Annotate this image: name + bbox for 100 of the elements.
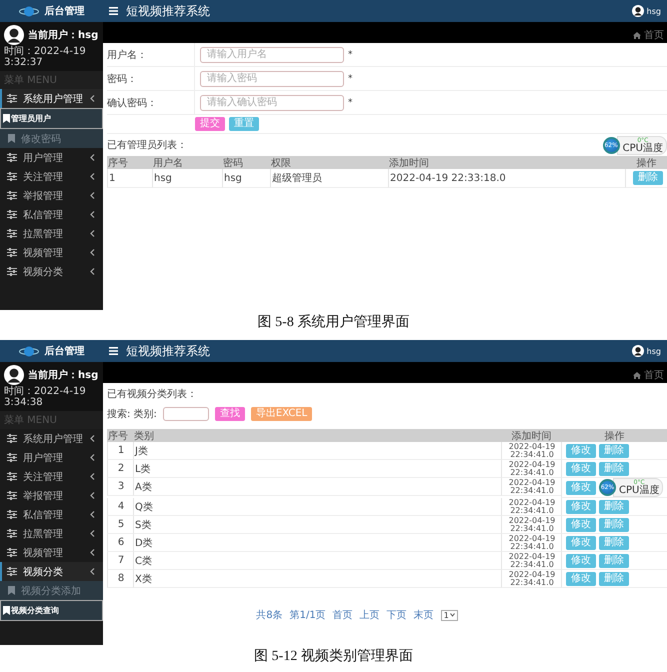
sidebar-item[interactable]: 关注管理	[0, 467, 103, 486]
cpu-label: CPU温度	[622, 144, 663, 154]
sliders-icon	[7, 434, 17, 443]
column-header: 操作	[561, 429, 667, 442]
chevron-icon	[90, 454, 95, 461]
sidebar-item[interactable]: 举报管理	[0, 186, 103, 205]
sidebar-item[interactable]: 系统用户管理	[0, 89, 103, 108]
sliders-icon	[7, 567, 17, 576]
pagination-link[interactable]: 首页	[332, 608, 353, 622]
figure-caption: 图 5-12 视频类别管理界面	[254, 648, 413, 665]
avatar-icon	[632, 5, 644, 17]
chevron-icon	[90, 95, 95, 102]
table-cell: 1	[107, 169, 152, 188]
sliders-icon	[7, 153, 17, 162]
table-cell: hsg	[152, 169, 222, 188]
login-time: 时间：2022-4-19 3:34:38	[4, 386, 87, 408]
column-header: 权限	[270, 156, 388, 169]
search-label: 搜索: 类别:	[107, 408, 157, 421]
column-header: 序号	[107, 156, 152, 169]
sliders-icon	[7, 191, 17, 200]
table-cell: L类	[133, 460, 501, 478]
table-cell: 3	[107, 478, 133, 496]
sliders-icon	[7, 453, 17, 462]
sidebar-item[interactable]: 视频分类	[0, 562, 103, 581]
column-header: 序号	[107, 429, 133, 442]
pagination-link[interactable]: 末页	[414, 608, 434, 622]
column-header: 类别	[133, 429, 501, 442]
table-cell: 7	[107, 552, 133, 570]
input-field[interactable]: 请输入用户名	[200, 46, 344, 62]
sidebar-item[interactable]: 视频管理	[0, 243, 103, 262]
sidebar-item[interactable]: 视频管理	[0, 543, 103, 562]
sidebar-item[interactable]: 拉黑管理	[0, 224, 103, 243]
chevron-icon	[90, 211, 95, 218]
submenu-item[interactable]: 视频分类查询	[0, 600, 103, 621]
chevron-icon	[90, 473, 95, 480]
sidebar-item[interactable]: 视频分类	[0, 262, 103, 281]
table-cell: 2022-04-19 22:34:41.0	[501, 534, 561, 552]
home-icon	[633, 32, 641, 38]
chevron-icon	[90, 549, 95, 556]
table-cell: 2022-04-19 22:34:41.0	[501, 516, 561, 534]
table-cell: 1	[107, 442, 133, 460]
breadcrumb-link[interactable]: 首页	[633, 28, 664, 42]
sliders-icon	[7, 210, 17, 219]
table-cell: 2022-04-19 22:33:18.0	[388, 169, 625, 188]
column-header: 密码	[222, 156, 270, 169]
header-username: hsg	[646, 346, 661, 356]
submenu-item[interactable]: 管理员用户	[0, 108, 103, 129]
column-header: 添加时间	[501, 429, 561, 442]
chevron-icon	[90, 192, 95, 199]
column-header: 操作	[625, 156, 667, 169]
table-cell: hsg	[222, 169, 270, 188]
table-cell: S类	[133, 516, 501, 534]
table-cell: J类	[133, 442, 501, 460]
sidebar-item[interactable]: 拉黑管理	[0, 524, 103, 543]
sidebar-item[interactable]: 私信管理	[0, 205, 103, 224]
logo-title: 后台管理	[44, 4, 84, 18]
table-cell: 2022-04-19 22:34:41.0	[501, 552, 561, 570]
bookmark-icon	[3, 606, 10, 615]
sliders-icon	[7, 94, 17, 103]
sidebar-item[interactable]: 系统用户管理	[0, 429, 103, 448]
table-cell: 2022-04-19 22:34:41.0	[501, 570, 561, 588]
search-button[interactable]: 查找	[214, 407, 245, 421]
table-cell: C类	[133, 552, 501, 570]
menu-icon[interactable]	[109, 347, 118, 355]
submenu-item[interactable]: 视频分类添加	[0, 581, 103, 600]
bookmark-icon	[3, 114, 10, 123]
bookmark-icon	[8, 586, 15, 595]
sidebar-item[interactable]: 用户管理	[0, 148, 103, 167]
record-count: 共8条	[256, 608, 283, 622]
search-field[interactable]	[162, 407, 209, 421]
sliders-icon	[7, 229, 17, 238]
table-cell: 6	[107, 534, 133, 552]
submit-button[interactable]: 提交	[195, 117, 225, 131]
avatar-icon	[632, 345, 644, 357]
input-field[interactable]: 请输入确认密码	[200, 94, 344, 110]
sliders-icon	[7, 529, 17, 538]
sliders-icon	[7, 472, 17, 481]
table-cell: A类	[133, 478, 501, 496]
breadcrumb-link[interactable]: 首页	[633, 368, 664, 382]
input-field[interactable]: 请输入密码	[200, 70, 344, 86]
table-cell: X类	[133, 570, 501, 588]
sidebar-item[interactable]: 私信管理	[0, 505, 103, 524]
pagination-link[interactable]: 上页	[360, 608, 380, 622]
submenu-item[interactable]: 修改密码	[0, 129, 103, 148]
sidebar-item[interactable]: 关注管理	[0, 167, 103, 186]
current-user: 当前用户：hsg	[28, 368, 98, 382]
chevron-icon	[90, 249, 95, 256]
pagination-link[interactable]: 下页	[386, 608, 407, 622]
field-label: 确认密码：	[107, 96, 157, 110]
table-cell: 2022-04-19 22:34:41.0	[501, 498, 561, 516]
globe-logo-icon	[18, 344, 38, 358]
sidebar-item[interactable]: 举报管理	[0, 486, 103, 505]
table-cell: 2022-04-19 22:34:41.0	[501, 442, 561, 460]
list-title: 已有管理员列表：	[107, 138, 187, 152]
menu-icon[interactable]	[109, 7, 118, 15]
page-select[interactable]: 1	[440, 610, 458, 620]
sliders-icon	[7, 491, 17, 500]
table-cell: 2	[107, 460, 133, 478]
sidebar-item[interactable]: 用户管理	[0, 448, 103, 467]
table-cell: 2022-04-19 22:34:41.0	[501, 478, 561, 496]
